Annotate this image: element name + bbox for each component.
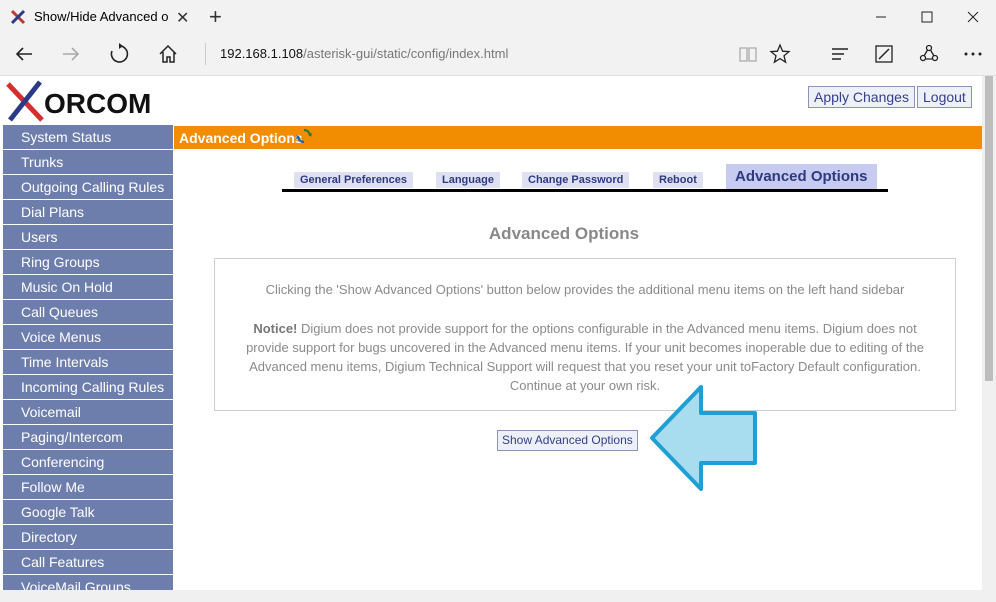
forward-button[interactable] [56, 39, 86, 69]
home-icon [159, 44, 177, 63]
sidebar-item-google-talk[interactable]: Google Talk [3, 500, 173, 525]
sidebar-item-music-on-hold[interactable]: Music On Hold [3, 275, 173, 300]
browser-tab[interactable]: Show/Hide Advanced o ✕ [0, 0, 201, 33]
tab-advanced-options[interactable]: Advanced Options [726, 164, 877, 189]
minimize-icon [876, 16, 886, 17]
sidebar-item-users[interactable]: Users [3, 225, 173, 250]
sidebar-item-call-queues[interactable]: Call Queues [3, 300, 173, 325]
notice-body: Digium does not provide support for the … [246, 321, 924, 393]
address-bar[interactable]: 192.168.1.108/asterisk-gui/static/config… [220, 46, 508, 61]
tab-reboot[interactable]: Reboot [653, 172, 703, 188]
apply-changes-button[interactable]: Apply Changes [808, 86, 915, 108]
hub-icon [832, 48, 848, 60]
more-button[interactable] [958, 39, 988, 69]
sidebar-item-ring-groups[interactable]: Ring Groups [3, 250, 173, 275]
sidebar: System Status Trunks Outgoing Calling Ru… [3, 125, 173, 590]
sidebar-item-conferencing[interactable]: Conferencing [3, 450, 173, 475]
maximize-icon [921, 11, 933, 22]
reading-view-button[interactable] [733, 39, 763, 69]
sidebar-item-voice-menus[interactable]: Voice Menus [3, 325, 173, 350]
url-path: /asterisk-gui/static/config/index.html [303, 46, 509, 61]
sidebar-item-voicemail-groups[interactable]: VoiceMail Groups [3, 575, 173, 590]
sidebar-item-time-intervals[interactable]: Time Intervals [3, 350, 173, 375]
forward-arrow-icon [63, 47, 80, 61]
notice-label: Notice! [253, 321, 298, 336]
tab-language[interactable]: Language [436, 172, 500, 188]
scrollbar-thumb[interactable] [985, 76, 993, 381]
page-title: Advanced Options [488, 224, 640, 243]
close-window-button[interactable] [950, 0, 996, 33]
logo-text: ORCOM [44, 88, 152, 119]
maximize-button[interactable] [904, 0, 950, 33]
pointer-arrow-icon [650, 385, 757, 491]
horizontal-scrollbar[interactable] [0, 590, 996, 602]
page-content: ORCOM Apply Changes Logout System Status… [0, 76, 982, 590]
favorite-button[interactable] [765, 39, 795, 69]
share-button[interactable] [914, 39, 944, 69]
logout-button[interactable]: Logout [917, 86, 972, 108]
sidebar-item-directory[interactable]: Directory [3, 525, 173, 550]
sidebar-item-system-status[interactable]: System Status [3, 125, 173, 150]
back-arrow-icon [15, 47, 32, 61]
sidebar-item-follow-me[interactable]: Follow Me [3, 475, 173, 500]
sidebar-item-outgoing-calling-rules[interactable]: Outgoing Calling Rules [3, 175, 173, 200]
web-note-icon [875, 45, 893, 63]
hub-button[interactable] [825, 39, 855, 69]
close-icon [967, 11, 979, 22]
tab-close-icon[interactable]: ✕ [176, 8, 189, 28]
share-icon [919, 44, 939, 62]
section-header-bar: Advanced Options [174, 126, 982, 149]
tab-title: Show/Hide Advanced o [34, 9, 169, 24]
web-note-button[interactable] [869, 39, 899, 69]
show-advanced-options-button[interactable]: Show Advanced Options [497, 430, 638, 451]
tab-change-password[interactable]: Change Password [522, 172, 630, 188]
xorcom-x-logo-icon [6, 80, 44, 122]
new-tab-icon[interactable]: + [209, 4, 222, 30]
vertical-scrollbar[interactable] [982, 76, 996, 590]
more-icon [964, 52, 982, 56]
minimize-button[interactable] [858, 0, 904, 33]
url-divider [205, 43, 206, 65]
sidebar-item-dial-plans[interactable]: Dial Plans [3, 200, 173, 225]
xorcom-favicon-icon [10, 9, 26, 25]
url-host: 192.168.1.108 [220, 46, 304, 61]
section-title: Advanced Options [179, 130, 303, 146]
back-button[interactable] [9, 39, 39, 69]
star-icon [769, 43, 791, 64]
reading-view-icon [739, 47, 757, 62]
sidebar-item-voicemail[interactable]: Voicemail [3, 400, 173, 425]
sidebar-item-incoming-calling-rules[interactable]: Incoming Calling Rules [3, 375, 173, 400]
info-text: Clicking the 'Show Advanced Options' but… [265, 282, 905, 297]
home-button[interactable] [153, 39, 183, 69]
notice-text: Notice! Digium does not provide support … [235, 319, 935, 395]
sidebar-item-trunks[interactable]: Trunks [3, 150, 173, 175]
browser-nav-bar: 192.168.1.108/asterisk-gui/static/config… [0, 33, 996, 76]
options-tabs: General Preferences Language Change Pass… [282, 164, 888, 192]
tab-general-preferences[interactable]: General Preferences [294, 172, 414, 188]
reload-page-icon[interactable] [296, 128, 312, 144]
info-box: Clicking the 'Show Advanced Options' but… [214, 258, 956, 411]
xorcom-logo: ORCOM [6, 80, 151, 122]
sidebar-item-call-features[interactable]: Call Features [3, 550, 173, 575]
refresh-icon [110, 43, 129, 63]
refresh-button[interactable] [104, 39, 134, 69]
browser-tab-bar: Show/Hide Advanced o ✕ + [0, 0, 996, 33]
sidebar-item-paging-intercom[interactable]: Paging/Intercom [3, 425, 173, 450]
